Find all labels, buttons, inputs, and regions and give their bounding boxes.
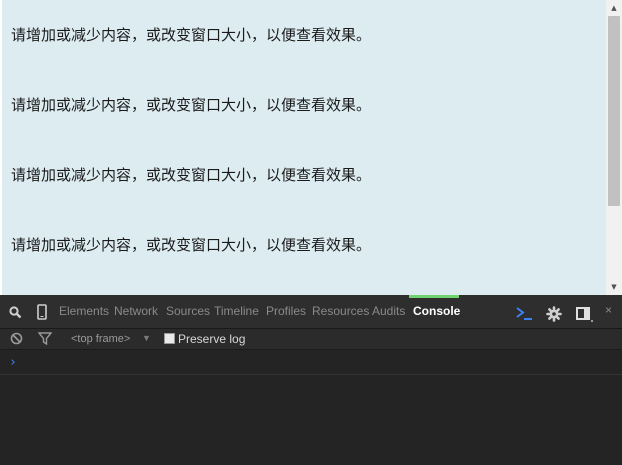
- scroll-thumb[interactable]: [608, 16, 620, 206]
- active-tab-indicator: [409, 295, 459, 298]
- dock-side-icon[interactable]: [576, 307, 594, 323]
- preserve-log-checkbox[interactable]: [164, 333, 175, 344]
- devtools-panel: Elements Network Sources Timeline Profil…: [0, 295, 622, 465]
- gear-icon[interactable]: [546, 306, 562, 322]
- tab-elements[interactable]: Elements: [59, 304, 109, 318]
- device-mode-icon[interactable]: [37, 304, 47, 320]
- tab-resources[interactable]: Resources: [312, 304, 369, 318]
- scroll-down-arrow-icon[interactable]: ▼: [606, 280, 622, 294]
- tab-audits[interactable]: Audits: [372, 304, 405, 318]
- content-paragraph-1: 请增加或减少内容，或改变窗口大小，以便查看效果。: [11, 26, 372, 44]
- chevron-down-icon[interactable]: ▼: [142, 333, 151, 343]
- console-subtoolbar: <top frame> ▼ Preserve log: [0, 329, 622, 350]
- console-prompt-icon: ›: [9, 355, 17, 370]
- page-scrollbar[interactable]: ▲ ▼: [606, 0, 622, 295]
- page-content: 请增加或减少内容，或改变窗口大小，以便查看效果。 请增加或减少内容，或改变窗口大…: [2, 0, 606, 295]
- frame-selector[interactable]: <top frame>: [71, 333, 130, 345]
- search-icon[interactable]: [9, 306, 22, 319]
- content-paragraph-4: 请增加或减少内容，或改变窗口大小，以便查看效果。: [11, 236, 372, 254]
- preserve-log-label: Preserve log: [178, 332, 246, 346]
- tab-network[interactable]: Network: [114, 304, 158, 318]
- tab-timeline[interactable]: Timeline: [214, 304, 259, 318]
- content-paragraph-3: 请增加或减少内容，或改变窗口大小，以便查看效果。: [11, 166, 372, 184]
- tab-console[interactable]: Console: [413, 304, 460, 318]
- console-output[interactable]: ›: [0, 350, 622, 465]
- browser-viewport: 请增加或减少内容，或改变窗口大小，以便查看效果。 请增加或减少内容，或改变窗口大…: [0, 0, 622, 295]
- scroll-up-arrow-icon[interactable]: ▲: [606, 1, 622, 15]
- console-drawer-icon[interactable]: [515, 305, 533, 321]
- console-input-line[interactable]: ›: [0, 354, 622, 375]
- close-icon[interactable]: ×: [605, 303, 612, 317]
- content-paragraph-2: 请增加或减少内容，或改变窗口大小，以便查看效果。: [11, 96, 372, 114]
- tab-profiles[interactable]: Profiles: [266, 304, 306, 318]
- clear-console-icon[interactable]: [10, 332, 23, 345]
- tab-sources[interactable]: Sources: [166, 304, 210, 318]
- filter-icon[interactable]: [38, 332, 52, 345]
- devtools-toolbar: Elements Network Sources Timeline Profil…: [0, 295, 622, 329]
